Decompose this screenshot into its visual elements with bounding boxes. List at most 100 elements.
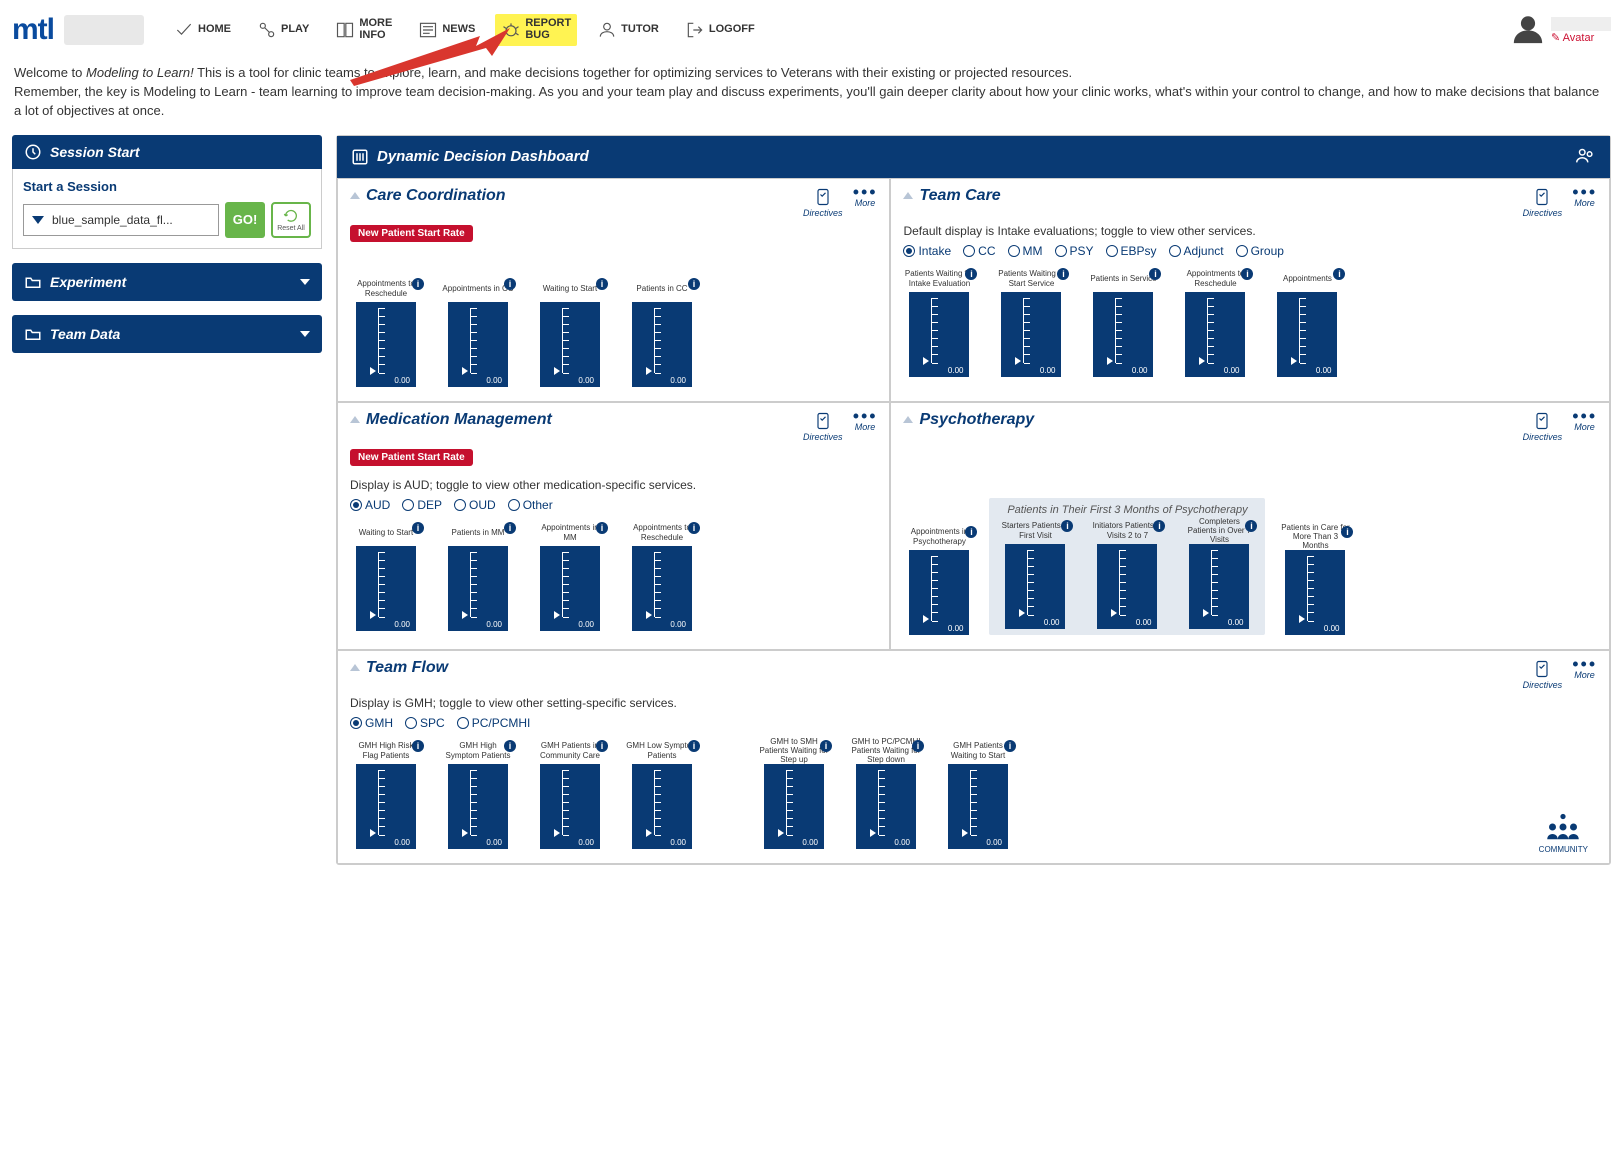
info-icon[interactable]: i xyxy=(820,740,832,752)
gauge-body: 0.00 xyxy=(909,550,969,635)
radio-spc[interactable]: SPC xyxy=(405,716,445,730)
info-icon[interactable]: i xyxy=(504,278,516,290)
info-icon[interactable]: i xyxy=(1149,268,1161,280)
gauge-title: GMH to SMH Patients Waiting for Step up xyxy=(758,740,830,762)
radio-label: Other xyxy=(523,498,553,512)
chevron-down-icon xyxy=(300,279,310,285)
radio-ebpsy[interactable]: EBPsy xyxy=(1106,244,1157,258)
info-icon[interactable]: i xyxy=(504,522,516,534)
session-dropdown[interactable]: blue_sample_data_fl... xyxy=(23,204,219,236)
collapse-icon[interactable] xyxy=(903,192,913,199)
radio-gmh[interactable]: GMH xyxy=(350,716,393,730)
collapse-icon[interactable] xyxy=(903,416,913,423)
radio-dep[interactable]: DEP xyxy=(402,498,442,512)
radio-pcpcmhi[interactable]: PC/PCMHI xyxy=(457,716,531,730)
gauge-title: Waiting to Start xyxy=(350,522,422,544)
nav-play[interactable]: PLAY xyxy=(251,16,315,44)
nav-news[interactable]: NEWS xyxy=(412,16,481,44)
radio-group[interactable]: Group xyxy=(1236,244,1284,258)
section-psychotherapy: Psychotherapy Directives •••More Appoint… xyxy=(890,402,1610,650)
info-icon[interactable]: i xyxy=(912,740,924,752)
community-button[interactable]: COMMUNITY xyxy=(1539,811,1588,854)
tc-gauges: Patients Waiting for Intake Evaluationi0… xyxy=(903,268,1597,377)
info-icon[interactable]: i xyxy=(965,526,977,538)
info-icon[interactable]: i xyxy=(688,740,700,752)
gauge: Starters Patients in First Visiti0.00 xyxy=(999,520,1071,629)
gauge: Initiators Patients in Visits 2 to 7i0.0… xyxy=(1091,520,1163,629)
info-icon[interactable]: i xyxy=(504,740,516,752)
radio-oud[interactable]: OUD xyxy=(454,498,496,512)
gauge: Appointments to Reschedulei0.00 xyxy=(1179,268,1251,377)
more-button[interactable]: •••More xyxy=(1572,187,1597,209)
gauge-value: 0.00 xyxy=(1132,366,1148,375)
team-icon[interactable] xyxy=(1574,144,1596,170)
nav-tutor[interactable]: TUTOR xyxy=(591,16,665,44)
gauge-body: 0.00 xyxy=(632,764,692,849)
info-icon[interactable]: i xyxy=(412,278,424,290)
more-button[interactable]: •••More xyxy=(1572,659,1597,681)
info-icon[interactable]: i xyxy=(412,740,424,752)
gauge: GMH Low Symptom Patientsi0.00 xyxy=(626,740,698,849)
radio-other[interactable]: Other xyxy=(508,498,553,512)
directives-button[interactable]: Directives xyxy=(1523,659,1563,690)
more-button[interactable]: •••More xyxy=(853,187,878,209)
info-icon[interactable]: i xyxy=(596,740,608,752)
new-patient-badge: New Patient Start Rate xyxy=(350,449,473,466)
info-icon[interactable]: i xyxy=(596,278,608,290)
intro-text: Welcome to Modeling to Learn! This is a … xyxy=(14,64,1609,121)
radio-cc[interactable]: CC xyxy=(963,244,995,258)
info-icon[interactable]: i xyxy=(1341,526,1353,538)
radio-aud[interactable]: AUD xyxy=(350,498,390,512)
nav-more-info[interactable]: MOREINFO xyxy=(329,14,398,45)
radio-circle-icon xyxy=(1008,245,1020,257)
nav-report-bug[interactable]: REPORTBUG xyxy=(495,14,577,45)
info-icon[interactable]: i xyxy=(1333,268,1345,280)
reset-all-button[interactable]: Reset All xyxy=(271,202,311,238)
gauge-value: 0.00 xyxy=(986,838,1002,847)
gauge: Patients in Care for More Than 3 Monthsi… xyxy=(1279,526,1351,635)
directives-button[interactable]: Directives xyxy=(803,187,843,218)
radio-intake[interactable]: Intake xyxy=(903,244,951,258)
info-icon[interactable]: i xyxy=(688,522,700,534)
gauge-value: 0.00 xyxy=(394,620,410,629)
info-icon[interactable]: i xyxy=(412,522,424,534)
clock-icon xyxy=(24,143,42,161)
gauge-title: Patients in MM xyxy=(442,522,514,544)
info-icon[interactable]: i xyxy=(965,268,977,280)
accordion-team-data[interactable]: Team Data xyxy=(12,315,322,353)
directives-button[interactable]: Directives xyxy=(1523,411,1563,442)
go-button[interactable]: GO! xyxy=(225,202,265,238)
radio-adjunct[interactable]: Adjunct xyxy=(1169,244,1224,258)
info-icon[interactable]: i xyxy=(1057,268,1069,280)
psy-group-box: Patients in Their First 3 Months of Psyc… xyxy=(989,498,1265,635)
gauge-value: 0.00 xyxy=(1136,618,1152,627)
radio-label: GMH xyxy=(365,716,393,730)
radio-circle-icon xyxy=(1106,245,1118,257)
info-icon[interactable]: i xyxy=(688,278,700,290)
collapse-icon[interactable] xyxy=(350,192,360,199)
more-button[interactable]: •••More xyxy=(853,411,878,433)
nav-logoff[interactable]: LOGOFF xyxy=(679,16,761,44)
info-icon[interactable]: i xyxy=(1245,520,1257,532)
accordion-experiment[interactable]: Experiment xyxy=(12,263,322,301)
collapse-icon[interactable] xyxy=(350,664,360,671)
tutor-icon xyxy=(597,20,617,40)
info-icon[interactable]: i xyxy=(1153,520,1165,532)
directives-button[interactable]: Directives xyxy=(803,411,843,442)
radio-mm[interactable]: MM xyxy=(1008,244,1043,258)
tf-radios: GMH SPC PC/PCMHI xyxy=(350,716,1597,730)
info-icon[interactable]: i xyxy=(1004,740,1016,752)
info-icon[interactable]: i xyxy=(596,522,608,534)
info-icon[interactable]: i xyxy=(1241,268,1253,280)
avatar-link[interactable]: ✎ Avatar xyxy=(1551,31,1611,44)
logo: mtl xyxy=(12,13,54,47)
more-button[interactable]: •••More xyxy=(1572,411,1597,433)
radio-psy[interactable]: PSY xyxy=(1055,244,1094,258)
collapse-icon[interactable] xyxy=(350,416,360,423)
info-icon[interactable]: i xyxy=(1061,520,1073,532)
gauge-value: 0.00 xyxy=(802,838,818,847)
radio-label: MM xyxy=(1023,244,1043,258)
directives-button[interactable]: Directives xyxy=(1523,187,1563,218)
nav-home[interactable]: HOME xyxy=(168,16,237,44)
user-icon xyxy=(1511,12,1545,49)
